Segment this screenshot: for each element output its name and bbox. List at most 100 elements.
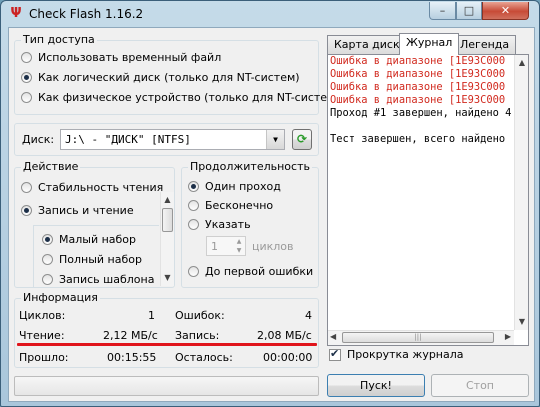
stepper-up-icon[interactable]: ▲ xyxy=(233,237,245,246)
tab-log[interactable]: Журнал xyxy=(399,33,460,55)
log-line-error: Ошибка в диапазоне [1E93C000 xyxy=(330,55,506,67)
client-area: Тип доступа Использовать временный файл … xyxy=(8,27,535,402)
log-vertical-scrollbar[interactable]: ▲ ▼ xyxy=(514,55,528,330)
remaining-label: Осталось: xyxy=(175,351,233,364)
access-option-label: Использовать временный файл xyxy=(38,51,222,64)
disk-select[interactable]: J:\ - "ДИСК" [NTFS] ▼ xyxy=(60,129,285,150)
scroll-left-icon[interactable]: ◀ xyxy=(330,332,336,341)
refresh-button[interactable]: ⟳ xyxy=(292,129,312,150)
duration-option-specify[interactable]: Указать xyxy=(188,218,251,231)
tab-legend[interactable]: Легенда xyxy=(453,35,517,54)
duration-option-label: До первой ошибки xyxy=(205,265,314,278)
write-speed-value: 2,08 МБ/с xyxy=(257,329,312,342)
window-title: Check Flash 1.16.2 xyxy=(29,7,144,21)
radio-circle xyxy=(42,274,53,285)
remaining-value: 00:00:00 xyxy=(263,351,313,364)
checkbox-box xyxy=(329,347,341,361)
access-type-title: Тип доступа xyxy=(21,33,97,46)
log-line: Тест завершен, всего найдено xyxy=(330,133,506,145)
write-speed-label: Запись: xyxy=(175,329,220,342)
disk-group: Диск: J:\ - "ДИСК" [NTFS] ▼ ⟳ xyxy=(14,123,319,156)
log-panel[interactable]: Ошибка в диапазоне [1E93C000 Ошибка в диа… xyxy=(327,54,529,346)
errors-value: 4 xyxy=(305,309,312,322)
highlight-underline xyxy=(17,343,317,346)
scroll-right-icon[interactable]: ▶ xyxy=(505,332,511,341)
cycles-value: 1 xyxy=(211,240,218,253)
cycles-label: циклов xyxy=(252,240,294,253)
start-button[interactable]: Пуск! xyxy=(327,374,425,397)
access-option-label: Как физическое устройство (только для NT… xyxy=(38,91,340,104)
stop-button[interactable]: Стоп xyxy=(431,374,529,397)
sub-option-small-set[interactable]: Малый набор xyxy=(42,233,136,246)
elapsed-value: 00:15:55 xyxy=(107,351,157,364)
log-lines: Ошибка в диапазоне [1E93C000 Ошибка в диа… xyxy=(328,55,528,146)
action-sub-frame: Малый набор Полный набор Запись шаблона xyxy=(33,225,159,288)
radio-circle xyxy=(21,72,32,83)
log-line-error: Ошибка в диапазоне [1E93C000 xyxy=(330,94,506,106)
access-option-logical-disk[interactable]: Как логический диск (только для NT-систе… xyxy=(21,71,300,84)
close-button[interactable]: ✕ xyxy=(482,2,529,20)
info-title: Информация xyxy=(21,291,100,304)
sub-option-label: Полный набор xyxy=(59,253,142,266)
scroll-down-icon[interactable]: ▼ xyxy=(161,270,174,286)
sub-option-write-pattern[interactable]: Запись шаблона xyxy=(42,273,154,286)
radio-circle xyxy=(21,205,32,216)
scroll-log-label: Прокрутка журнала xyxy=(347,348,464,361)
sub-option-full-set[interactable]: Полный набор xyxy=(42,253,142,266)
radio-circle xyxy=(21,182,32,193)
duration-option-one-pass[interactable]: Один проход xyxy=(188,180,281,193)
read-speed-value: 2,12 МБ/с xyxy=(103,329,158,342)
scroll-log-checkbox[interactable]: Прокрутка журнала xyxy=(329,347,464,361)
stepper-down-icon[interactable]: ▼ xyxy=(233,246,245,255)
radio-circle xyxy=(188,219,199,230)
scrollbar-thumb[interactable]: ||| xyxy=(342,332,494,343)
radio-circle xyxy=(188,266,199,277)
duration-option-label: Бесконечно xyxy=(205,199,274,212)
scrollbar-thumb[interactable] xyxy=(162,208,173,232)
log-line: Проход #1 завершен, найдено 4 xyxy=(330,107,512,119)
radio-circle xyxy=(188,200,199,211)
action-option-label: Запись и чтение xyxy=(38,204,134,217)
cycles-stepper[interactable]: 1 ▲ ▼ xyxy=(206,236,246,256)
app-logo-icon: Ψ xyxy=(10,6,22,21)
action-scrollbar[interactable]: ▲ ▼ xyxy=(160,192,174,286)
duration-option-until-first-error[interactable]: До первой ошибки xyxy=(188,265,313,278)
disk-select-value: J:\ - "ДИСК" [NTFS] xyxy=(65,133,191,146)
access-type-group: Тип доступа Использовать временный файл … xyxy=(14,33,340,115)
scroll-up-icon[interactable]: ▲ xyxy=(161,192,174,208)
access-option-temp-file[interactable]: Использовать временный файл xyxy=(21,51,221,64)
maximize-button[interactable]: □ xyxy=(456,2,482,20)
action-group: Действие Стабильность чтения Запись и чт… xyxy=(14,160,175,288)
action-option-label: Стабильность чтения xyxy=(38,181,164,194)
refresh-icon: ⟳ xyxy=(296,132,308,146)
duration-option-label: Указать xyxy=(205,218,251,231)
elapsed-label: Прошло: xyxy=(19,351,69,364)
disk-label: Диск: xyxy=(22,133,55,146)
action-option-write-read[interactable]: Запись и чтение xyxy=(21,204,134,217)
access-option-physical-device[interactable]: Как физическое устройство (только для NT… xyxy=(21,91,340,104)
minimize-button[interactable]: – xyxy=(429,2,456,20)
errors-label: Ошибок: xyxy=(175,309,225,322)
scroll-down-icon[interactable]: ▼ xyxy=(515,314,528,330)
app-window: Ψ Check Flash 1.16.2 – □ ✕ Тип доступа И… xyxy=(0,0,540,407)
info-group: Информация Циклов: 1 Ошибок: 4 Чтение: 2… xyxy=(14,291,319,368)
radio-circle xyxy=(42,234,53,245)
duration-option-infinite[interactable]: Бесконечно xyxy=(188,199,273,212)
cycles-count-value: 1 xyxy=(148,309,155,322)
sub-option-label: Запись шаблона xyxy=(59,273,155,286)
log-horizontal-scrollbar[interactable]: ◀ ||| ▶ xyxy=(328,330,514,345)
read-speed-label: Чтение: xyxy=(19,329,65,342)
radio-circle xyxy=(188,181,199,192)
title-bar[interactable]: Ψ Check Flash 1.16.2 – □ ✕ xyxy=(1,1,539,27)
radio-circle xyxy=(42,254,53,265)
action-option-read-stability[interactable]: Стабильность чтения xyxy=(21,181,163,194)
sub-option-label: Малый набор xyxy=(59,233,137,246)
radio-circle xyxy=(21,52,32,63)
action-title: Действие xyxy=(21,160,81,173)
chevron-down-icon[interactable]: ▼ xyxy=(266,130,284,149)
scroll-up-icon[interactable]: ▲ xyxy=(515,55,528,71)
duration-group: Продолжительность Один проход Бесконечно… xyxy=(181,160,319,288)
access-option-label: Как логический диск (только для NT-систе… xyxy=(38,71,300,84)
duration-option-label: Один проход xyxy=(205,180,281,193)
